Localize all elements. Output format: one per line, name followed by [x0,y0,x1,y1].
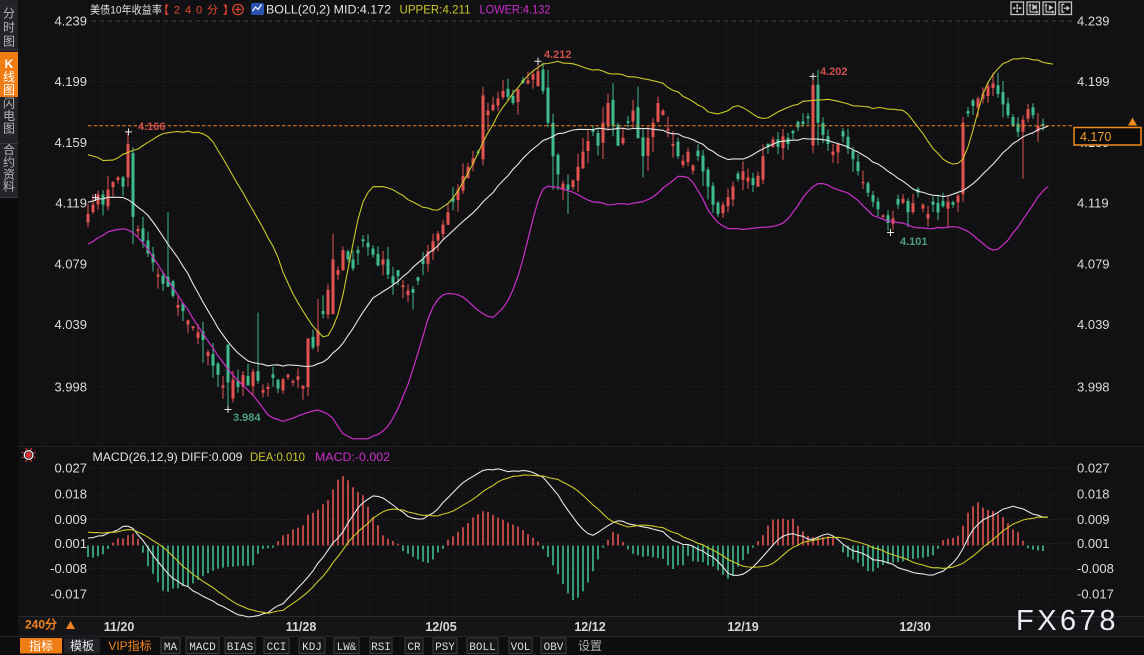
svg-text:图: 图 [3,122,15,136]
svg-text:11/20: 11/20 [104,620,135,634]
svg-text:美债10年收益率: 美债10年收益率 [90,3,162,17]
svg-text:4.166: 4.166 [138,121,166,133]
svg-text:UPPER:4.211: UPPER:4.211 [400,5,471,17]
svg-text:K: K [5,57,14,71]
svg-text:PSY: PSY [435,642,455,654]
svg-text:-0.017: -0.017 [1077,587,1114,602]
svg-text:4.239: 4.239 [54,14,87,29]
svg-text:BOLL: BOLL [469,642,495,654]
svg-text:LW&: LW& [337,642,357,654]
svg-text:-0.008: -0.008 [50,561,87,576]
svg-text:4.079: 4.079 [54,257,87,272]
svg-text:CCI: CCI [267,642,287,654]
svg-text:料: 料 [3,180,15,194]
svg-text:3.984: 3.984 [233,412,261,424]
svg-text:MACD(26,12,9) DIFF:0.009: MACD(26,12,9) DIFF:0.009 [93,450,243,464]
svg-text:模板: 模板 [70,639,94,653]
svg-text:图: 图 [3,83,15,97]
svg-text:4.199: 4.199 [54,74,87,89]
svg-text:CR: CR [407,642,421,654]
svg-text:0.001: 0.001 [54,536,87,551]
svg-text:240分: 240分 [25,617,57,632]
svg-text:4.170: 4.170 [1080,130,1111,144]
svg-text:0.027: 0.027 [1077,461,1110,476]
svg-text:线: 线 [3,70,15,84]
svg-text:设置: 设置 [578,639,602,653]
svg-text:4.101: 4.101 [900,236,928,248]
svg-text:RSI: RSI [371,642,391,654]
svg-text:4.079: 4.079 [1077,257,1110,272]
svg-text:OBV: OBV [544,642,564,654]
svg-text:KDJ: KDJ [302,642,322,654]
svg-text:图: 图 [3,35,15,49]
svg-text:LOWER:4.132: LOWER:4.132 [480,5,551,17]
svg-text:3.998: 3.998 [1077,380,1110,395]
svg-text:-0.008: -0.008 [1077,561,1114,576]
svg-text:BIAS: BIAS [227,642,254,654]
svg-text:4.202: 4.202 [820,66,848,78]
svg-text:0.018: 0.018 [54,487,87,502]
svg-text:VIP指标: VIP指标 [108,638,151,653]
svg-text:DEA:0.010: DEA:0.010 [250,450,305,464]
svg-text:-0.017: -0.017 [50,587,87,602]
svg-text:VOL: VOL [511,642,531,654]
svg-text:0.018: 0.018 [1077,487,1110,502]
svg-text:0.027: 0.027 [54,461,87,476]
svg-text:11/28: 11/28 [286,620,317,634]
svg-text:0.009: 0.009 [54,512,87,527]
svg-text:12/12: 12/12 [574,620,605,634]
svg-text:4.119: 4.119 [55,196,87,211]
svg-text:MACD:-0.002: MACD:-0.002 [315,450,390,464]
svg-text:时: 时 [3,21,15,35]
svg-text:4.119: 4.119 [1077,196,1109,211]
svg-text:FX678: FX678 [1016,605,1119,637]
svg-text:12/19: 12/19 [727,620,758,634]
svg-text:MA: MA [164,642,178,654]
svg-text:MACD: MACD [189,642,216,654]
svg-text:指标: 指标 [29,638,53,653]
svg-text:12/30: 12/30 [899,620,930,634]
svg-text:4.039: 4.039 [54,317,87,332]
svg-text:4.159: 4.159 [54,135,87,150]
svg-text:12/05: 12/05 [425,620,456,634]
svg-text:4.039: 4.039 [1077,317,1110,332]
svg-text:分: 分 [3,7,15,21]
svg-text:4.199: 4.199 [1077,74,1110,89]
svg-text:0.009: 0.009 [1077,512,1110,527]
svg-text:4.212: 4.212 [544,49,572,61]
svg-text:4.239: 4.239 [1077,14,1110,29]
svg-text:BOLL(20,2) MID:4.172: BOLL(20,2) MID:4.172 [266,5,391,17]
svg-text:3.998: 3.998 [54,380,87,395]
svg-text:0.001: 0.001 [1077,536,1110,551]
